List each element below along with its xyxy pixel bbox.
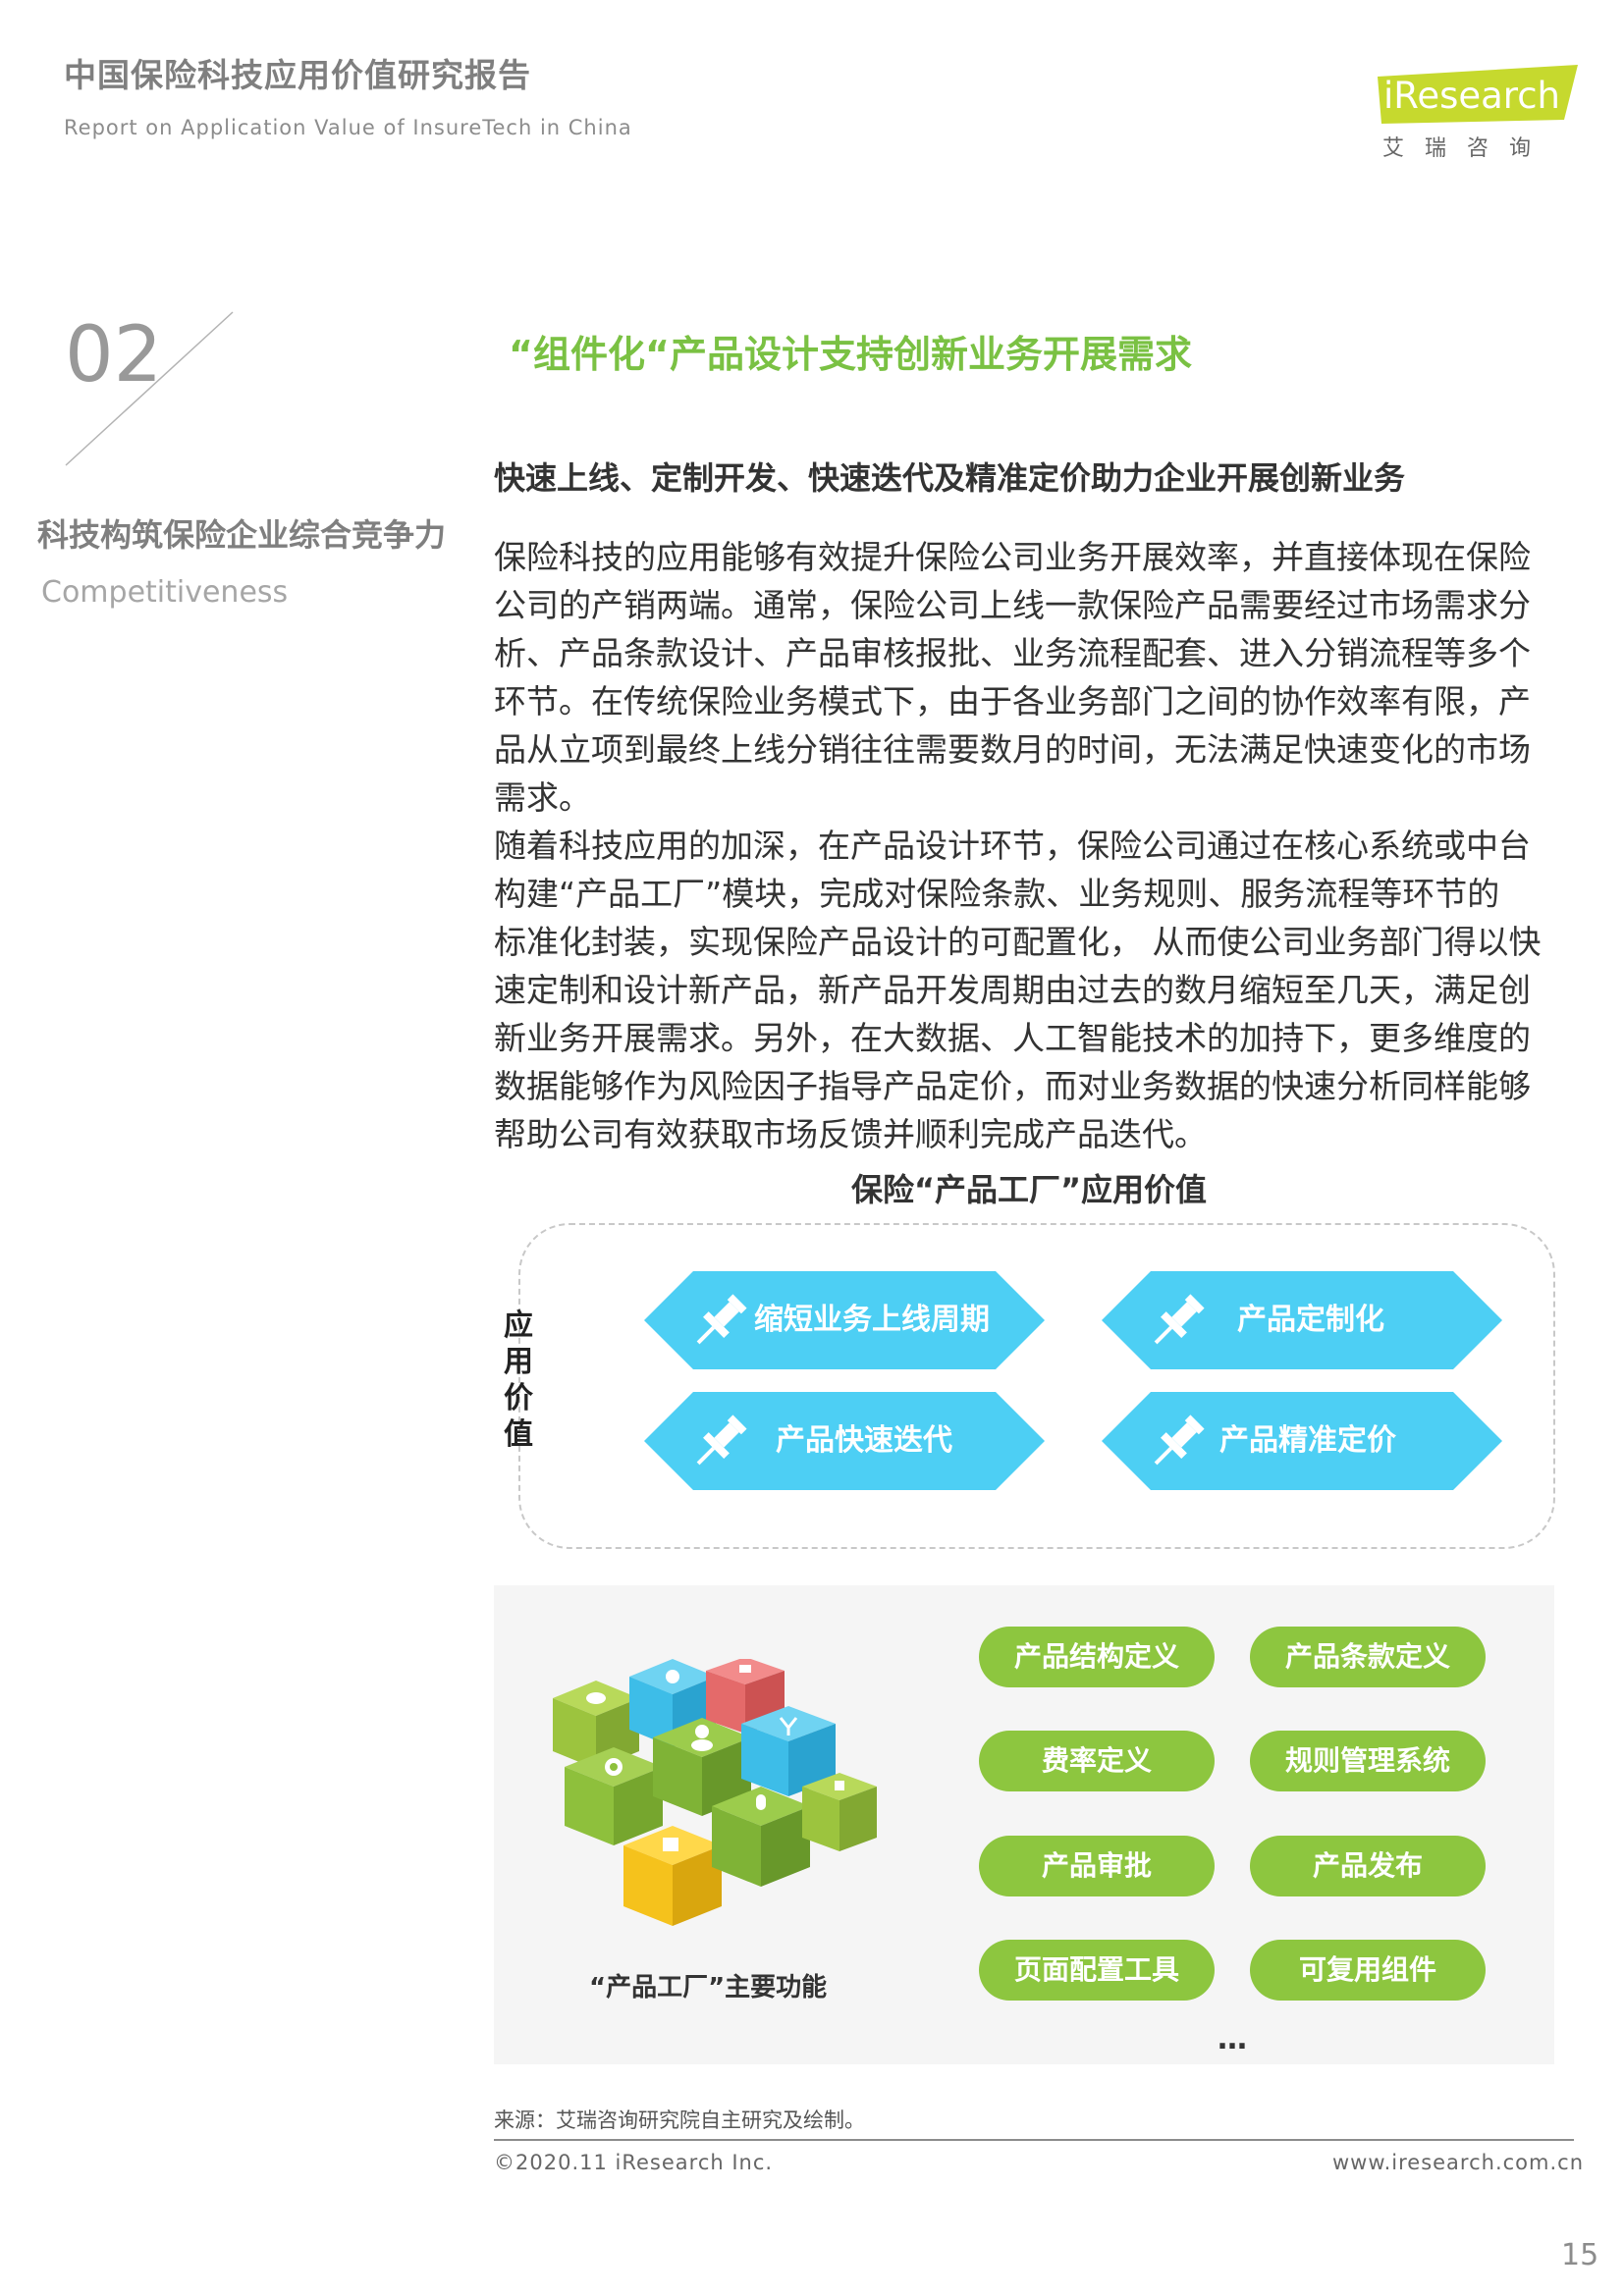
page-subtitle: 快速上线、定制开发、快速迭代及精准定价助力企业开展创新业务 [494, 459, 1406, 497]
paragraph-line: 随着科技应用的加深，在产品设计环节，保险公司通过在核心系统或中台 [494, 827, 1531, 865]
paragraph-line: 速定制和设计新产品，新产品开发周期由过去的数月缩短至几天，满足创 [494, 971, 1531, 1009]
value-hex-2: 产品定制化 [1102, 1271, 1502, 1369]
page-number: 15 [1561, 2238, 1599, 2272]
paragraph-line: 新业务开展需求。另外，在大数据、人工智能技术的加持下，更多维度的 [494, 1019, 1531, 1057]
report-subtitle: Report on Application Value of InsureTec… [64, 116, 632, 139]
section-number: 02 [65, 311, 163, 400]
value-label: 产品精准定价 [1219, 1423, 1396, 1458]
value-label: 产品快速迭代 [776, 1423, 952, 1458]
paragraph-2: 随着科技应用的加深，在产品设计环节，保险公司通过在核心系统或中台 构建“产品工厂… [494, 822, 1564, 1158]
paragraph-line: 标准化封装，实现保险产品设计的可配置化， 从而使公司业务部门得以快 [494, 923, 1542, 961]
paragraph-1: 保险科技的应用能够有效提升保险公司业务开展效率，并直接体现在保险 公司的产销两端… [494, 533, 1564, 822]
section-title-en: Competitiveness [41, 575, 289, 610]
function-pill: 产品结构定义 [979, 1627, 1215, 1687]
value-hex-4: 产品精准定价 [1102, 1392, 1502, 1490]
paragraph-line: 环节。在传统保险业务模式下，由于各业务部门之间的协作效率有限，产 [494, 682, 1531, 721]
copyright: ©2020.11 iResearch Inc. [494, 2151, 774, 2174]
value-hex-1: 缩短业务上线周期 [644, 1271, 1045, 1369]
more-ellipsis: … [1218, 2022, 1247, 2056]
cube-lock-icon [802, 1773, 877, 1851]
paragraph-line: 需求。 [494, 778, 591, 817]
function-pill: 可复用组件 [1250, 1940, 1486, 2001]
footer-divider [494, 2139, 1574, 2141]
function-pill: 产品审批 [979, 1836, 1215, 1896]
function-pill: 规则管理系统 [1250, 1731, 1486, 1791]
logo-word: iResearch [1383, 75, 1560, 117]
source-note: 来源：艾瑞咨询研究院自主研究及绘制。 [494, 2109, 865, 2132]
pushpin-icon [696, 1415, 747, 1466]
value-label: 产品定制化 [1237, 1303, 1384, 1337]
function-pill: 产品发布 [1250, 1836, 1486, 1896]
pushpin-icon [1154, 1294, 1205, 1345]
cube-docs-icon [623, 1826, 722, 1926]
iresearch-logo: iResearch 艾瑞咨询 [1370, 59, 1586, 167]
paragraph-line: 帮助公司有效获取市场反馈并顺利完成产品迭代。 [494, 1115, 1207, 1153]
paragraph-line: 保险科技的应用能够有效提升保险公司业务开展效率，并直接体现在保险 [494, 538, 1531, 576]
cube-gears-icon [565, 1747, 663, 1845]
pushpin-icon [1154, 1415, 1205, 1466]
value-label: 缩短业务上线周期 [754, 1303, 990, 1337]
paragraph-line: 析、产品条款设计、产品审核报批、业务流程配套、进入分销流程等多个 [494, 634, 1531, 672]
paragraph-line: 品从立项到最终上线分销往往需要数月的时间，无法满足快速变化的市场 [494, 730, 1531, 769]
factory-caption: “产品工厂”主要功能 [589, 1973, 828, 2002]
paragraph-line: 构建“产品工厂”模块，完成对保险条款、业务规则、服务流程等环节的 [494, 875, 1500, 913]
pushpin-icon [696, 1294, 747, 1345]
page-title: “组件化“产品设计支持创新业务开展需求 [509, 333, 1192, 376]
value-hex-3: 产品快速迭代 [644, 1392, 1045, 1490]
report-title: 中国保险科技应用价值研究报告 [64, 56, 531, 94]
function-pill: 费率定义 [979, 1731, 1215, 1791]
cube-mic-icon [712, 1787, 810, 1887]
paragraph-line: 数据能够作为风险因子指导产品定价，而对业务数据的快速分析同样能够 [494, 1067, 1531, 1105]
diagram-title: 保险“产品工厂”应用价值 [850, 1171, 1208, 1208]
factory-cubes-illustration [553, 1659, 877, 1926]
section-title-cn: 科技构筑保险企业综合竞争力 [37, 516, 447, 554]
website-link[interactable]: www.iresearch.com.cn [1332, 2151, 1584, 2174]
value-side-label: 应用价值 [504, 1308, 533, 1452]
paragraph-line: 公司的产销两端。通常，保险公司上线一款保险产品需要经过市场需求分 [494, 586, 1531, 624]
logo-cn: 艾瑞咨询 [1382, 136, 1552, 161]
function-pill: 产品条款定义 [1250, 1627, 1486, 1687]
function-pill: 页面配置工具 [979, 1940, 1215, 2001]
